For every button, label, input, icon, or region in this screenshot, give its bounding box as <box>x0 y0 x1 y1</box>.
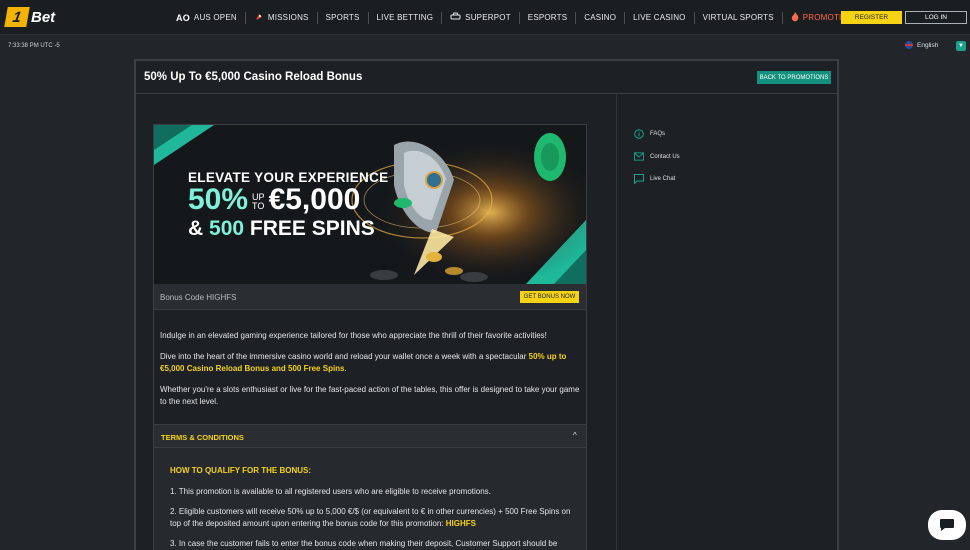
faqs-link[interactable]: FAQs <box>634 128 680 140</box>
bonus-code-text: Bonus Code HIGHFS <box>160 293 237 302</box>
nav-item-missions[interactable]: MISSIONS <box>246 11 318 24</box>
nav-item-label: CASINO <box>584 13 617 22</box>
language-selector[interactable]: English <box>905 41 938 49</box>
ao-logo-icon: AO <box>176 12 190 23</box>
nav-item-label: ESPORTS <box>527 13 568 22</box>
terms-item: 3. In case the customer fails to enter t… <box>170 539 558 548</box>
column-divider <box>616 95 617 550</box>
info-icon <box>634 129 644 139</box>
nav-item-live-betting[interactable]: LIVE BETTING <box>369 11 443 24</box>
banner-ampersand: & <box>188 217 204 240</box>
language-label: English <box>917 41 939 49</box>
banner-to: TO <box>252 201 265 211</box>
live-chat-link[interactable]: Live Chat <box>634 173 680 185</box>
nav-item-label: SPORTS <box>325 13 360 22</box>
nav-item-label: LIVE CASINO <box>633 13 686 22</box>
logo-badge: 1 <box>4 7 30 27</box>
nav-item-label: AUS OPEN <box>193 13 237 22</box>
nav-item-label: VIRTUAL SPORTS <box>702 13 774 22</box>
description-text: Dive into the heart of the immersive cas… <box>160 352 529 361</box>
promotion-description: Indulge in an elevated gaming experience… <box>160 330 580 417</box>
help-links: FAQs Contact Us Live Chat <box>634 128 680 196</box>
promotion-card: ELEVATE YOUR EXPERIENCE 50% UP TO €5,000… <box>153 124 587 425</box>
terms-list: 1. This promotion is available to all re… <box>170 486 575 550</box>
description-paragraph: Indulge in an elevated gaming experience… <box>160 331 547 340</box>
terms-item: 2. Eligible customers will receive 50% u… <box>170 506 575 530</box>
banner-spins-count: 500 <box>209 217 245 240</box>
nav-item-casino[interactable]: CASINO <box>576 11 626 24</box>
main-nav: AO AUS OPEN MISSIONS SPORTS LIVE BETTING… <box>168 0 867 35</box>
logo-text: Bet <box>31 8 56 26</box>
contact-us-label: Contact Us <box>650 153 680 160</box>
page-title: 50% Up To €5,000 Casino Reload Bonus <box>144 71 363 83</box>
car-icon <box>450 12 461 23</box>
description-paragraph: Whether you're a slots enthusiast or liv… <box>160 385 580 406</box>
description-paragraph: Dive into the heart of the immersive cas… <box>160 351 580 375</box>
terms-conditions-toggle[interactable]: TERMS & CONDITIONS ^ <box>153 425 587 448</box>
terms-conditions-body: HOW TO QUALIFY FOR THE BONUS: 1. This pr… <box>153 448 587 550</box>
banner-offer: 50% UP TO €5,000 <box>188 185 360 215</box>
promotion-panel: 50% Up To €5,000 Casino Reload Bonus BAC… <box>134 59 839 550</box>
top-navigation-bar: 1 Bet AO AUS OPEN MISSIONS SPORTS LIVE B… <box>0 0 970 35</box>
promotion-banner: ELEVATE YOUR EXPERIENCE 50% UP TO €5,000… <box>154 125 586 284</box>
nav-item-sports[interactable]: SPORTS <box>318 11 369 24</box>
uk-flag-icon <box>905 41 913 49</box>
nav-item-live-casino[interactable]: LIVE CASINO <box>625 11 695 24</box>
nav-item-label: LIVE BETTING <box>376 13 434 22</box>
nav-item-label: MISSIONS <box>267 13 309 22</box>
back-to-promotions-button[interactable]: BACK TO PROMOTIONS <box>757 71 831 84</box>
clock-display: 7:33:38 PM UTC -5 <box>8 43 60 49</box>
live-chat-label: Live Chat <box>650 176 676 182</box>
nav-item-esports[interactable]: ESPORTS <box>520 11 577 24</box>
contact-us-link[interactable]: Contact Us <box>634 151 680 163</box>
chat-widget-button[interactable] <box>928 510 966 540</box>
chevron-up-icon: ^ <box>573 431 577 440</box>
terms-label: TERMS & CONDITIONS <box>161 433 244 442</box>
nav-item-superpot[interactable]: SUPERPOT <box>442 11 520 24</box>
register-button[interactable]: REGISTER <box>841 11 902 24</box>
terms-item-text: 2. Eligible customers will receive 50% u… <box>170 507 571 528</box>
login-button[interactable]: LOG IN <box>905 11 967 24</box>
site-logo[interactable]: 1 Bet <box>4 7 64 27</box>
description-text: . <box>344 364 347 373</box>
nav-item-virtual-sports[interactable]: VIRTUAL SPORTS <box>695 11 783 24</box>
terms-item: 1. This promotion is available to all re… <box>170 487 491 496</box>
chat-icon <box>634 174 644 184</box>
banner-up-to: UP TO <box>252 193 265 211</box>
get-bonus-now-button[interactable]: GET BONUS NOW <box>520 291 579 303</box>
promotion-title-bar: 50% Up To €5,000 Casino Reload Bonus BAC… <box>136 61 837 94</box>
chat-bubble-icon <box>940 519 954 531</box>
fire-icon <box>791 11 799 24</box>
mail-icon <box>634 152 644 162</box>
banner-percent: 50% <box>188 183 249 216</box>
chevron-down-icon[interactable]: ▼ <box>956 41 966 51</box>
rocket-icon <box>254 12 264 24</box>
nav-item-aus-open[interactable]: AO AUS OPEN <box>168 11 246 24</box>
banner-amount: €5,000 <box>268 183 361 216</box>
banner-spins-text: FREE SPINS <box>249 217 375 240</box>
qualify-heading: HOW TO QUALIFY FOR THE BONUS: <box>170 466 312 475</box>
bonus-code-row: Bonus Code HIGHFS GET BONUS NOW <box>154 284 586 310</box>
banner-spins: & 500 FREE SPINS <box>188 217 375 241</box>
terms-bonus-code: HIGHFS <box>445 519 476 528</box>
faqs-label: FAQs <box>650 131 666 137</box>
nav-item-label: SUPERPOT <box>465 13 511 22</box>
